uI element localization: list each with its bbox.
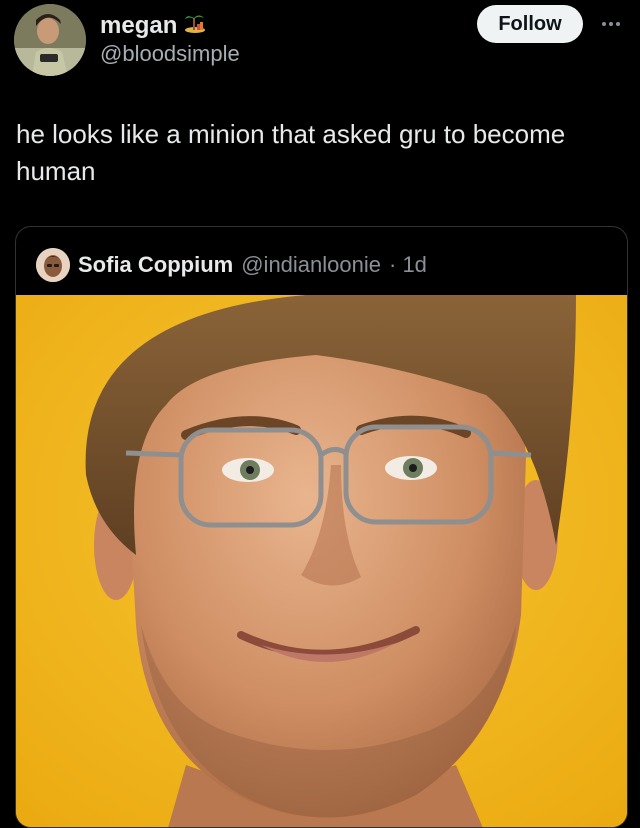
quoted-post-image[interactable] xyxy=(16,295,627,827)
author-handle[interactable]: @bloodsimple xyxy=(100,41,240,67)
portrait-photo xyxy=(16,295,627,827)
follow-button[interactable]: Follow xyxy=(477,5,583,43)
dot xyxy=(616,22,620,26)
quoted-author-handle[interactable]: @indianloonie xyxy=(241,252,381,278)
author-name-text: megan xyxy=(100,11,178,39)
more-options-icon[interactable] xyxy=(596,14,626,34)
author-display-name[interactable]: megan xyxy=(100,10,207,41)
quoted-author-name[interactable]: Sofia Coppium xyxy=(78,252,233,278)
dot xyxy=(602,22,606,26)
dot xyxy=(609,22,613,26)
tweet-text: he looks like a minion that asked gru to… xyxy=(16,119,566,186)
quoted-tweet-header: Sofia Coppium @indianloonie · 1d xyxy=(36,247,427,283)
desert-island-emoji-icon xyxy=(183,10,207,41)
author-avatar[interactable] xyxy=(14,4,86,76)
quoted-post-time[interactable]: · 1d xyxy=(389,252,427,278)
quoted-tweet-card[interactable]: Sofia Coppium @indianloonie · 1d xyxy=(15,226,628,828)
quoted-author-avatar[interactable] xyxy=(36,248,70,282)
